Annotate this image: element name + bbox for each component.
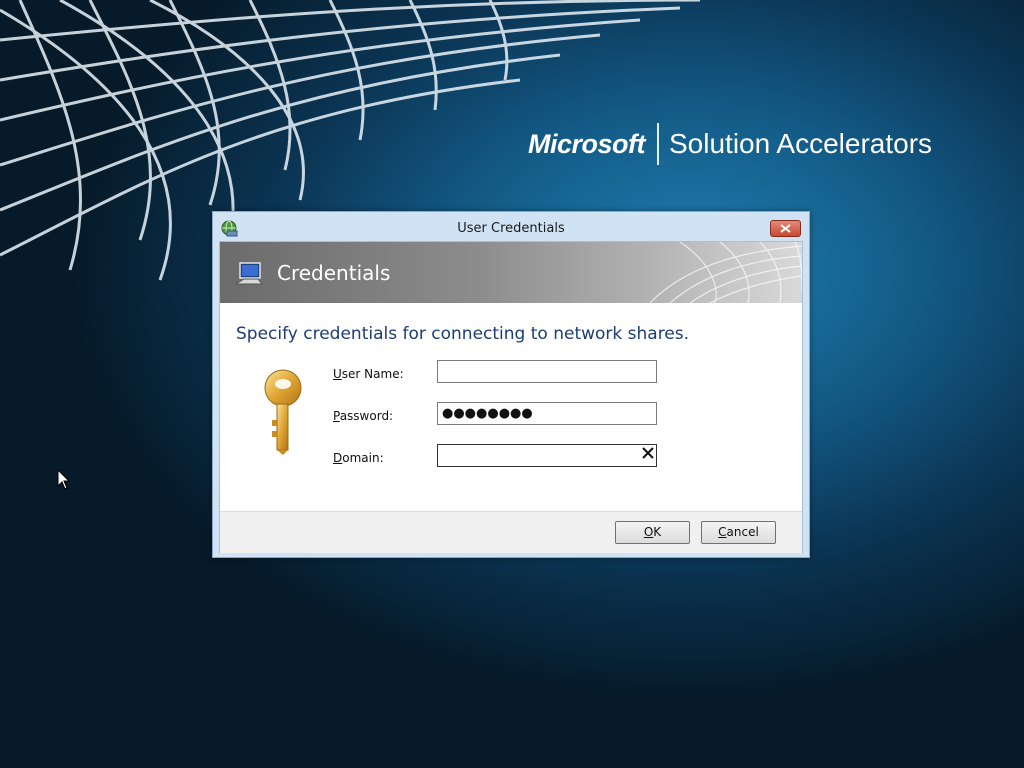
header-banner: Credentials [220, 242, 802, 303]
close-button[interactable] [770, 220, 801, 237]
username-label: User Name: [333, 367, 404, 381]
domain-input[interactable] [437, 444, 657, 467]
computer-icon [234, 262, 264, 285]
password-input[interactable]: ●●●●●●●● [437, 402, 657, 425]
mouse-cursor-icon [57, 469, 71, 490]
password-label: Password: [333, 409, 394, 423]
button-bar: OK Cancel [220, 511, 802, 553]
ok-button[interactable]: OK [615, 521, 690, 544]
brand-company: Microsoft [528, 128, 646, 159]
banner-title: Credentials [277, 261, 391, 285]
brand-separator [657, 123, 659, 165]
domain-label: Domain: [333, 451, 384, 465]
brand-product: Solution Accelerators [669, 128, 933, 159]
username-input[interactable] [437, 360, 657, 383]
clear-field-icon[interactable] [642, 447, 654, 459]
brand-logo: Microsoft Solution Accelerators [528, 122, 932, 166]
credentials-dialog: User Credentials Credentials Specify cre… [212, 211, 810, 558]
key-icon [264, 369, 302, 455]
instruction-text: Specify credentials for connecting to ne… [236, 324, 690, 344]
title-bar[interactable]: User Credentials [213, 212, 809, 242]
window-title: User Credentials [457, 221, 565, 236]
cancel-button[interactable]: Cancel [701, 521, 776, 544]
dialog-client-area: Credentials Specify credentials for conn… [219, 241, 803, 553]
close-icon [780, 224, 791, 233]
banner-mesh-graphic [649, 242, 802, 303]
